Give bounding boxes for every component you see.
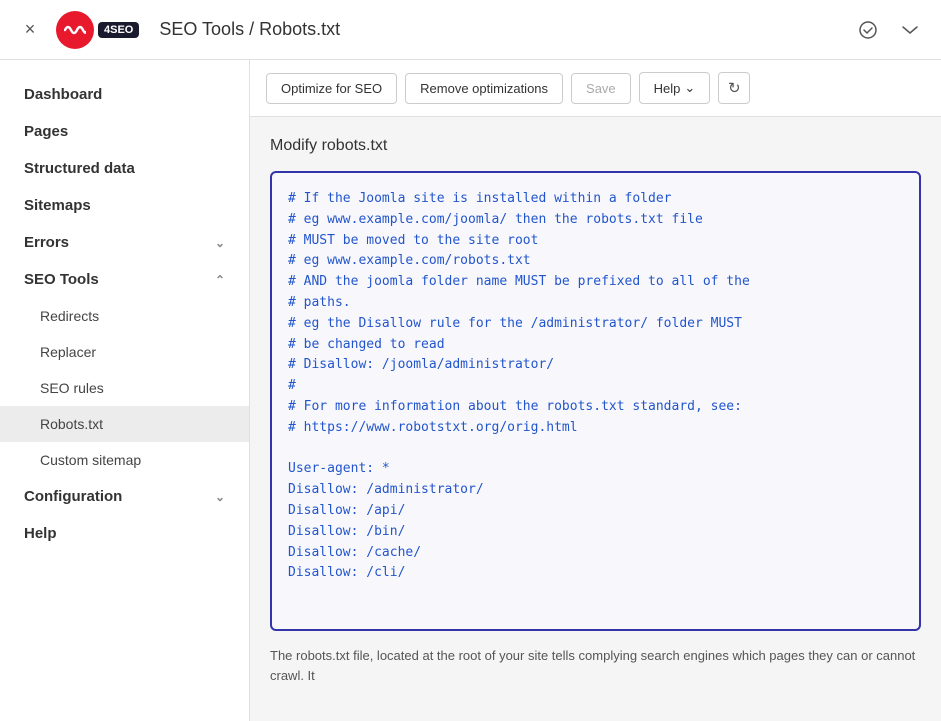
close-button[interactable]: × [16,16,44,44]
sidebar-item-pages[interactable]: Pages [0,113,249,150]
sidebar-item-redirects-label: Redirects [40,308,99,324]
sidebar-item-seo-tools[interactable]: SEO Tools ⌃ [0,261,249,298]
expand-icon-button[interactable] [895,15,925,45]
top-bar: × 4SEO SEO Tools / Robots.txt [0,0,941,60]
sidebar-item-configuration[interactable]: Configuration ⌄ [0,478,249,515]
sidebar: Dashboard Pages Structured data Sitemaps… [0,60,250,721]
sidebar-item-sitemaps-label: Sitemaps [24,197,91,214]
description-text: The robots.txt file, located at the root… [270,646,921,685]
sidebar-item-errors[interactable]: Errors ⌄ [0,224,249,261]
logo-container: 4SEO [56,11,139,49]
sidebar-item-robots-txt[interactable]: Robots.txt [0,406,249,442]
sidebar-item-sitemaps[interactable]: Sitemaps [0,187,249,224]
sidebar-item-replacer[interactable]: Replacer [0,334,249,370]
logo-badge: 4SEO [98,22,139,38]
sidebar-item-structured-data[interactable]: Structured data [0,150,249,187]
chevron-down-icon-config: ⌄ [215,490,225,504]
check-icon-button[interactable] [853,15,883,45]
refresh-icon: ↻ [728,79,741,97]
editor-container [270,171,921,634]
sidebar-item-dashboard[interactable]: Dashboard [0,76,249,113]
sidebar-item-redirects[interactable]: Redirects [0,298,249,334]
sidebar-item-seo-rules-label: SEO rules [40,380,104,396]
sidebar-item-help[interactable]: Help [0,515,249,552]
check-circle-icon [858,20,878,40]
sidebar-item-pages-label: Pages [24,123,68,140]
sidebar-item-help-label: Help [24,525,57,542]
help-button[interactable]: Help ⌄ [639,72,711,104]
sidebar-item-dashboard-label: Dashboard [24,86,102,103]
sidebar-item-configuration-label: Configuration [24,488,122,505]
top-bar-icons [853,15,925,45]
app-title: SEO Tools / Robots.txt [159,19,340,40]
chevron-up-icon: ⌃ [215,273,225,287]
chevron-down-icon: ⌄ [215,236,225,250]
section-title: Modify robots.txt [270,137,921,155]
logo-wave-icon [64,22,86,38]
help-chevron-icon: ⌄ [684,80,695,96]
sidebar-item-structured-data-label: Structured data [24,160,135,177]
toolbar: Optimize for SEO Remove optimizations Sa… [250,60,941,117]
sidebar-item-seo-tools-label: SEO Tools [24,271,99,288]
content-area: Optimize for SEO Remove optimizations Sa… [250,60,941,721]
content-inner: Modify robots.txt The robots.txt file, l… [250,117,941,721]
main-layout: Dashboard Pages Structured data Sitemaps… [0,60,941,721]
remove-optimizations-button[interactable]: Remove optimizations [405,73,563,104]
sidebar-item-seo-rules[interactable]: SEO rules [0,370,249,406]
robots-editor[interactable] [270,171,921,631]
help-label: Help [654,81,681,96]
refresh-button[interactable]: ↻ [718,72,750,104]
save-button[interactable]: Save [571,73,631,104]
sidebar-item-custom-sitemap[interactable]: Custom sitemap [0,442,249,478]
sidebar-item-robots-txt-label: Robots.txt [40,416,103,432]
optimize-button[interactable]: Optimize for SEO [266,73,397,104]
sidebar-item-replacer-label: Replacer [40,344,96,360]
sidebar-item-errors-label: Errors [24,234,69,251]
sidebar-item-custom-sitemap-label: Custom sitemap [40,452,141,468]
logo-circle [56,11,94,49]
expand-icon [900,20,920,40]
